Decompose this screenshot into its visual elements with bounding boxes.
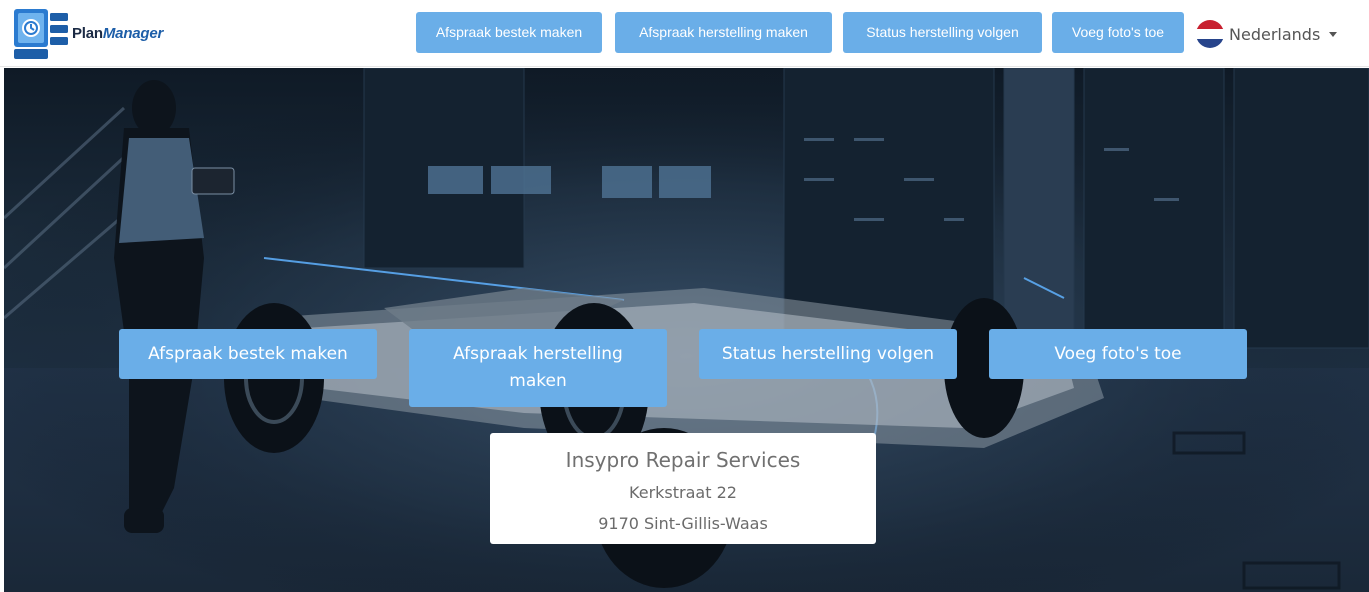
hero-banner: Afspraak bestek maken Afspraak herstelli… (4, 68, 1369, 592)
hero-button-repair-appointment[interactable]: Afspraak herstelling maken (409, 329, 667, 407)
netherlands-flag-icon (1196, 20, 1224, 48)
company-name: Insypro Repair Services (565, 448, 801, 472)
top-navbar: PlanManager Afspraak bestek maken Afspra… (0, 0, 1369, 67)
hero-button-track-repair-status[interactable]: Status herstelling volgen (699, 329, 957, 379)
address-city: 9170 Sint-Gillis-Waas (598, 514, 768, 533)
address-card: Insypro Repair Services Kerkstraat 22 91… (490, 433, 876, 544)
nav-button-track-repair-status[interactable]: Status herstelling volgen (843, 12, 1042, 53)
brand-logo[interactable]: PlanManager (12, 5, 163, 61)
brand-name-part1: Plan (72, 24, 103, 42)
chevron-down-icon (1329, 31, 1338, 37)
nav-button-quote-appointment[interactable]: Afspraak bestek maken (416, 12, 602, 53)
nav-button-repair-appointment[interactable]: Afspraak herstelling maken (615, 12, 832, 53)
language-label: Nederlands (1229, 24, 1321, 44)
nav-button-add-photos[interactable]: Voeg foto's toe (1052, 12, 1184, 53)
brand-name: PlanManager (72, 25, 163, 42)
language-selector[interactable]: Nederlands (1196, 18, 1338, 50)
brand-name-part2: Manager (102, 24, 164, 42)
hero-button-quote-appointment[interactable]: Afspraak bestek maken (119, 329, 377, 379)
address-street: Kerkstraat 22 (629, 483, 737, 502)
hero-button-add-photos[interactable]: Voeg foto's toe (989, 329, 1247, 379)
planmanager-logo-icon (12, 5, 70, 61)
